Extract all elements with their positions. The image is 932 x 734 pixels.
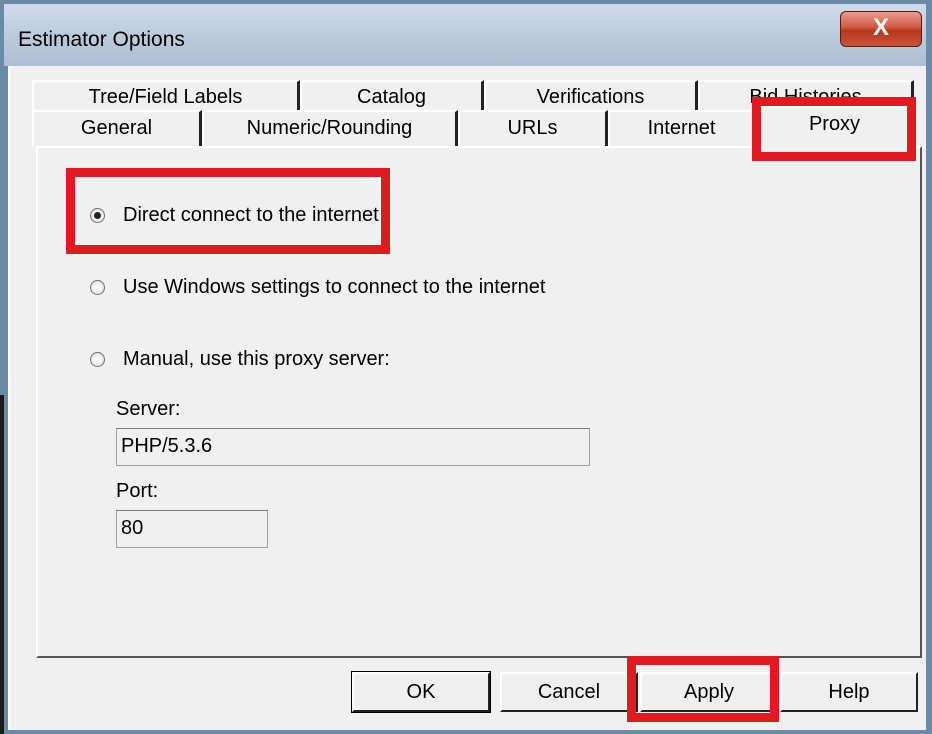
tab-numeric-rounding[interactable]: Numeric/Rounding [202,110,458,146]
radio-windows-settings[interactable]: Use Windows settings to connect to the i… [90,276,545,299]
server-input[interactable]: PHP/5.3.6 [116,428,590,466]
apply-button[interactable]: Apply [640,672,778,712]
close-icon: X [872,14,889,41]
cancel-button[interactable]: Cancel [500,672,638,712]
radio-direct-connect[interactable]: Direct connect to the internet [90,204,379,227]
radio-button[interactable] [90,352,105,367]
radio-manual-proxy[interactable]: Manual, use this proxy server: [90,348,390,371]
radio-direct-connect-label: Direct connect to the internet [123,204,379,226]
help-button[interactable]: Help [780,672,918,712]
tab-urls[interactable]: URLs [458,110,608,146]
radio-windows-settings-label: Use Windows settings to connect to the i… [123,276,546,298]
tab-verifications[interactable]: Verifications [484,80,698,110]
close-button[interactable]: X [840,11,922,47]
port-label: Port: [116,480,159,502]
tab-catalog[interactable]: Catalog [300,80,484,110]
server-label: Server: [116,398,181,420]
tab-internet[interactable]: Internet [608,110,756,146]
title-bar[interactable]: Estimator Options X [4,4,926,66]
tab-tree-field-labels[interactable]: Tree/Field Labels [32,80,300,110]
dialog-client-area: Tree/Field Labels Catalog Verifications … [8,66,926,730]
radio-manual-proxy-label: Manual, use this proxy server: [123,348,390,370]
radio-button[interactable] [90,280,105,295]
radio-button-checked[interactable] [90,208,105,223]
tab-proxy[interactable]: Proxy [756,106,914,148]
port-input[interactable]: 80 [116,510,268,548]
window-title: Estimator Options [18,28,185,51]
window-border-left [0,395,4,734]
proxy-panel: Direct connect to the internet Use Windo… [36,146,922,658]
tab-general[interactable]: General [32,110,202,146]
ok-button[interactable]: OK [351,671,491,713]
